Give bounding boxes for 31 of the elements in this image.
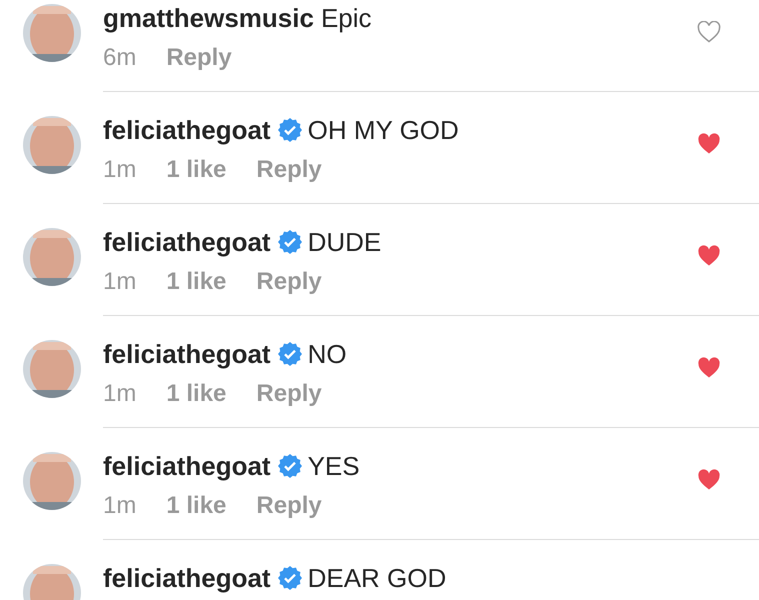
reply-link[interactable]: Reply xyxy=(256,380,322,408)
comment-text: DUDE xyxy=(308,226,382,258)
username[interactable]: feliciathegoat xyxy=(103,338,271,370)
reply-link[interactable]: Reply xyxy=(256,156,322,184)
reply-link[interactable]: Reply xyxy=(256,268,322,296)
username[interactable]: gmatthewsmusic xyxy=(103,2,314,34)
heart-icon[interactable] xyxy=(697,21,721,43)
username[interactable]: feliciathegoat xyxy=(103,450,271,482)
like-count[interactable]: 1 like xyxy=(166,268,226,296)
reply-link[interactable]: Reply xyxy=(166,44,232,72)
reply-link[interactable]: Reply xyxy=(256,492,322,520)
username[interactable]: feliciathegoat xyxy=(103,114,271,146)
comment-text: OH MY GOD xyxy=(308,114,459,146)
like-count[interactable]: 1 like xyxy=(166,492,226,520)
username[interactable]: feliciathegoat xyxy=(103,562,271,594)
heart-icon[interactable] xyxy=(697,133,721,155)
timestamp: 1m xyxy=(103,156,136,184)
heart-icon[interactable] xyxy=(697,469,721,491)
timestamp: 1m xyxy=(103,380,136,408)
comment-text: YES xyxy=(308,450,360,482)
timestamp: 6m xyxy=(103,44,136,72)
username[interactable]: feliciathegoat xyxy=(103,226,271,258)
comment-text: DEAR GOD xyxy=(308,562,446,594)
heart-icon[interactable] xyxy=(697,245,721,267)
timestamp: 1m xyxy=(103,492,136,520)
like-count[interactable]: 1 like xyxy=(166,156,226,184)
timestamp: 1m xyxy=(103,268,136,296)
like-count[interactable]: 1 like xyxy=(166,380,226,408)
comment-text: Epic xyxy=(320,2,372,34)
heart-icon[interactable] xyxy=(697,357,721,379)
comment-text: NO xyxy=(308,338,347,370)
